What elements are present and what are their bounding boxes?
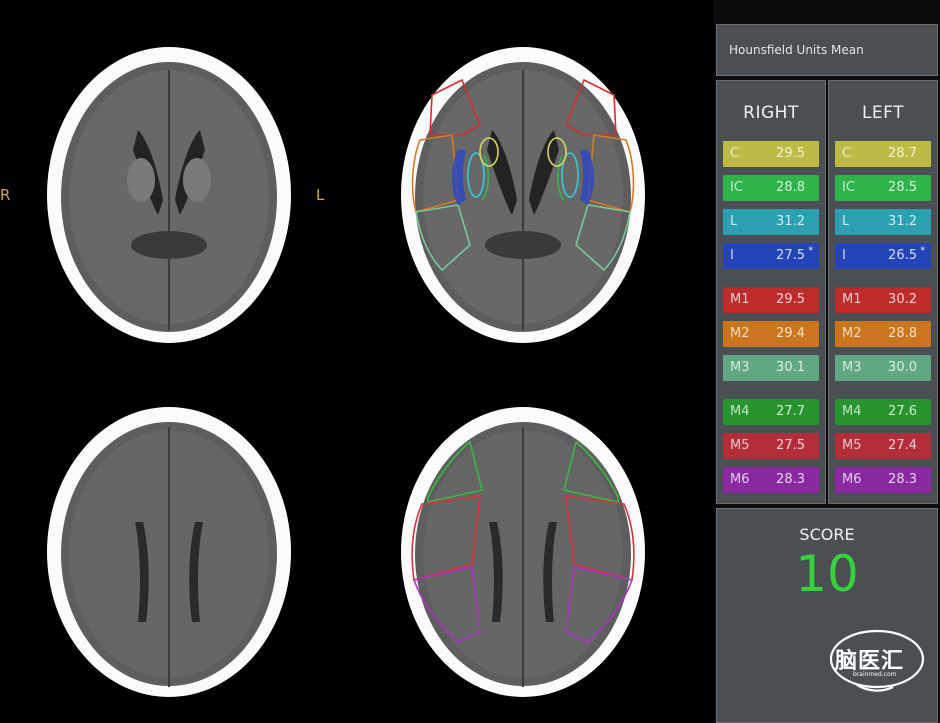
- left-column-title: LEFT: [861, 103, 905, 123]
- region-label: M5: [730, 438, 750, 453]
- region-value: 29.5: [776, 146, 805, 161]
- region-value: 26.5: [888, 248, 917, 263]
- region-cell-right-m4[interactable]: M4 27.7: [723, 399, 819, 425]
- region-label: M4: [842, 404, 862, 419]
- region-value: 29.4: [776, 326, 805, 341]
- region-value: 28.3: [888, 472, 917, 487]
- region-label: M6: [730, 472, 750, 487]
- region-value: 30.0: [888, 360, 917, 375]
- region-cell-right-m1[interactable]: M1 29.5: [723, 287, 819, 313]
- score-value: 10: [795, 545, 859, 603]
- right-column-title: RIGHT: [743, 103, 799, 123]
- left-hemisphere-column: LEFT C 28.7 IC 28.5 L 31.2 I 26.5 * M1 30.2 M2 28.8 M…: [828, 80, 938, 504]
- region-cell-right-l[interactable]: L 31.2: [723, 209, 819, 235]
- region-label: C: [730, 146, 740, 161]
- region-label: M1: [842, 292, 862, 307]
- region-label: M2: [730, 326, 750, 341]
- region-cell-left-m5[interactable]: M5 27.4: [835, 433, 931, 459]
- orientation-left-label: L: [316, 186, 325, 204]
- region-label: L: [730, 214, 738, 229]
- region-cell-left-m1[interactable]: M1 30.2: [835, 287, 931, 313]
- region-value: 27.7: [776, 404, 805, 419]
- region-flag: *: [808, 246, 814, 256]
- region-label: M1: [730, 292, 750, 307]
- region-value: 28.8: [776, 180, 805, 195]
- region-value: 31.2: [888, 214, 917, 229]
- score-label: SCORE: [799, 525, 855, 544]
- region-value: 28.7: [888, 146, 917, 161]
- ct-viewer: R L: [0, 0, 714, 723]
- region-label: M5: [842, 438, 862, 453]
- region-value: 28.5: [888, 180, 917, 195]
- ct-slice-basal-ganglia-roi[interactable]: [392, 40, 654, 350]
- region-cell-left-c[interactable]: C 28.7: [835, 141, 931, 167]
- region-cell-left-l[interactable]: L 31.2: [835, 209, 931, 235]
- ct-slice-basal-ganglia[interactable]: [38, 40, 300, 350]
- region-flag: *: [920, 246, 926, 256]
- region-label: M2: [842, 326, 862, 341]
- region-value: 30.2: [888, 292, 917, 307]
- region-label: M3: [730, 360, 750, 375]
- region-cell-right-m2[interactable]: M2 29.4: [723, 321, 819, 347]
- region-cell-right-ic[interactable]: IC 28.8: [723, 175, 819, 201]
- region-value: 28.8: [888, 326, 917, 341]
- region-value: 27.5: [776, 438, 805, 453]
- region-label: M3: [842, 360, 862, 375]
- region-cell-right-i[interactable]: I 27.5 *: [723, 243, 819, 269]
- region-label: I: [730, 248, 734, 263]
- region-cell-right-m3[interactable]: M3 30.1: [723, 355, 819, 381]
- panel-header: Hounsfield Units Mean: [716, 24, 938, 76]
- region-value: 28.3: [776, 472, 805, 487]
- region-cell-left-m6[interactable]: M6 28.3: [835, 467, 931, 493]
- region-label: C: [842, 146, 852, 161]
- ct-slice-supraganglionic-roi[interactable]: [392, 402, 654, 702]
- region-label: L: [842, 214, 850, 229]
- region-value: 30.1: [776, 360, 805, 375]
- region-cell-left-m4[interactable]: M4 27.6: [835, 399, 931, 425]
- region-cell-right-m6[interactable]: M6 28.3: [723, 467, 819, 493]
- region-label: M4: [730, 404, 750, 419]
- region-cell-right-m5[interactable]: M5 27.5: [723, 433, 819, 459]
- region-value: 29.5: [776, 292, 805, 307]
- region-cell-left-i[interactable]: I 26.5 *: [835, 243, 931, 269]
- region-cell-right-c[interactable]: C 29.5: [723, 141, 819, 167]
- score-box: SCORE 10 脑医汇 brainmed.com: [716, 508, 938, 723]
- region-label: I: [842, 248, 846, 263]
- region-value: 27.6: [888, 404, 917, 419]
- right-hemisphere-column: RIGHT C 29.5 IC 28.8 L 31.2 I 27.5 * M1 29.5 M2 29.4…: [716, 80, 826, 504]
- logo-subtext: brainmed.com: [853, 671, 897, 678]
- region-label: M6: [842, 472, 862, 487]
- region-value: 31.2: [776, 214, 805, 229]
- panel-title: Hounsfield Units Mean: [729, 43, 864, 57]
- region-value: 27.4: [888, 438, 917, 453]
- region-cell-left-m2[interactable]: M2 28.8: [835, 321, 931, 347]
- region-label: IC: [842, 180, 855, 195]
- region-value: 27.5: [776, 248, 805, 263]
- orientation-right-label: R: [0, 186, 11, 204]
- region-label: IC: [730, 180, 743, 195]
- region-cell-left-ic[interactable]: IC 28.5: [835, 175, 931, 201]
- ct-slice-supraganglionic[interactable]: [38, 402, 300, 702]
- region-cell-left-m3[interactable]: M3 30.0: [835, 355, 931, 381]
